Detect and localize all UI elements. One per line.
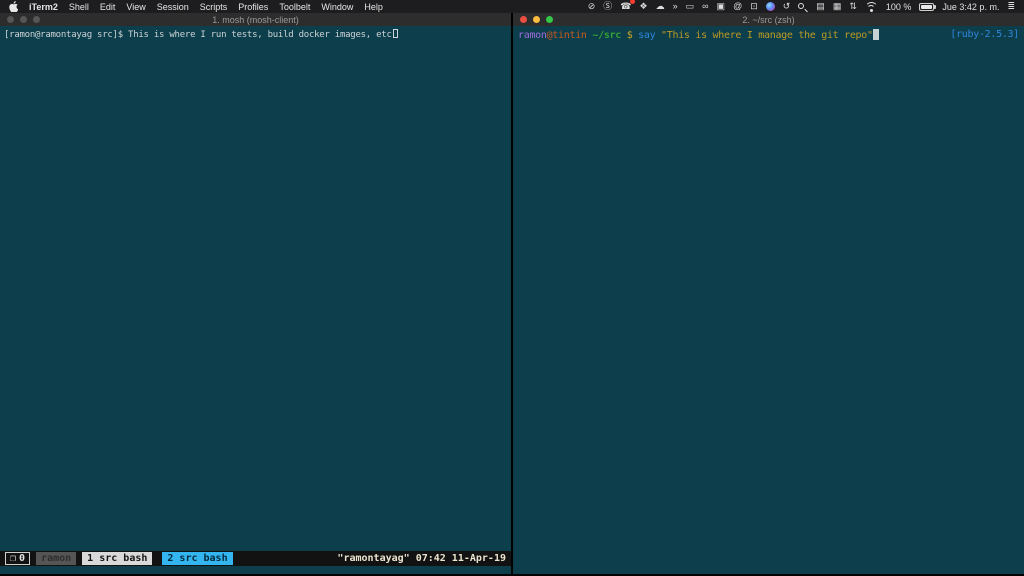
wifi-dot [869,8,873,12]
screenshot-icon[interactable]: ▣ [717,0,726,13]
menu-item-session[interactable]: Session [157,2,189,12]
magnifier-lens [798,2,805,9]
tmux-status-bar: ❐ 0 ramon 1 src bash 2 src bash "ramonta… [0,551,511,566]
window-manager-icon[interactable]: ▭ [686,0,695,13]
menu-item-toolbelt[interactable]: Toolbelt [279,2,310,12]
input-menu-icon[interactable]: ▤ [816,0,825,13]
menu-item-scripts[interactable]: Scripts [200,2,228,12]
prompt-host: @tintin [546,30,587,41]
prompt-user: ramon [518,30,547,41]
ruby-version-tag: [ruby-2.5.3] [950,29,1019,40]
left-window-title: 1. mosh (mosh-client) [212,14,299,25]
left-prompt: [ramon@ramontayag src]$ [4,30,123,40]
phone-icon[interactable]: ☎ [620,0,635,13]
command-text: say [632,30,656,41]
left-window-titlebar[interactable]: 1. mosh (mosh-client) [0,13,511,26]
menu-bar-status-area: ⊘ Ⓢ ☎ ❖ ☁ » ▭ ∞ ▣ @ ⊡ ↺ ▤ ▦ ⇅ 100 % Jue … [588,0,1015,13]
menu-item-shell[interactable]: Shell [69,2,89,12]
close-button[interactable] [520,16,527,23]
menu-bar-clock[interactable]: Jue 3:42 p. m. [942,2,999,12]
magnifier-handle [804,8,809,13]
tmux-window-2-active[interactable]: 2 src bash [162,552,233,565]
tmux-logo-icon: ❐ [10,553,17,564]
notification-center-icon[interactable]: ≣ [1007,0,1015,13]
wifi-icon[interactable] [864,1,878,12]
menu-item-profiles[interactable]: Profiles [238,2,268,12]
tmux-window-1[interactable]: 1 src bash [82,552,153,565]
left-traffic-lights [7,16,40,23]
tmux-host-chip: ramon [36,552,77,565]
siri-icon[interactable] [765,2,775,11]
terminal-window-zsh: 2. ~/src (zsh) ramon@tintin ~/src $ say … [513,13,1024,574]
right-terminal-content[interactable]: ramon@tintin ~/src $ say "This is where … [513,26,1024,574]
right-window-titlebar[interactable]: 2. ~/src (zsh) [513,13,1024,26]
right-window-title: 2. ~/src (zsh) [742,14,795,25]
zoom-button[interactable] [33,16,40,23]
terminal-cursor-unfocused [392,29,398,38]
bug-icon[interactable]: ❖ [640,0,648,13]
desktop: iTerm2 Shell Edit View Session Scripts P… [0,0,1024,576]
menu-item-iterm2[interactable]: iTerm2 [29,2,58,12]
close-button[interactable] [7,16,14,23]
left-terminal-line: [ramon@ramontayag src]$ This is where I … [0,26,511,40]
right-terminal-line: ramon@tintin ~/src $ say "This is where … [513,26,1024,41]
tmux-session-indicator: ❐ 0 [5,552,31,565]
glasses-icon[interactable]: ∞ [702,0,708,13]
tmux-session-index: 0 [19,553,26,564]
cloud-upload-icon[interactable]: ☁ [656,0,665,13]
battery-percent: 100 % [885,1,912,12]
apple-menu-icon[interactable] [9,1,18,12]
zoom-button[interactable] [546,16,553,23]
notification-badge [629,0,635,4]
battery-fill [921,4,933,9]
menu-item-view[interactable]: View [126,2,145,12]
mute-icon[interactable]: ⊘ [588,0,596,13]
tmux-right-status: "ramontayag" 07:42 11-Apr-19 [337,553,506,564]
time-machine-icon[interactable]: ↺ [783,0,791,13]
prompt-path: ~/src [586,30,621,41]
minimize-button[interactable] [533,16,540,23]
battery-tip [934,5,937,9]
terminal-cursor [872,29,879,40]
left-terminal-content[interactable]: [ramon@ramontayag src]$ This is where I … [0,26,511,574]
grid-icon[interactable]: ▦ [833,0,842,13]
prompt-symbol: $ [620,30,633,41]
spotlight-icon[interactable] [798,2,809,13]
display-icon[interactable]: ⊡ [750,0,758,13]
right-traffic-lights [520,16,553,23]
minimize-button[interactable] [20,16,27,23]
menu-item-edit[interactable]: Edit [100,2,116,12]
command-argument: "This is where I manage the git repo" [655,30,873,41]
at-icon[interactable]: @ [733,0,742,13]
terminal-window-mosh: 1. mosh (mosh-client) [ramon@ramontayag … [0,13,511,574]
shuttle-icon[interactable]: » [673,0,678,13]
updown-arrows-icon[interactable]: ⇅ [849,0,857,13]
right-prompt-and-command: ramon@tintin ~/src $ say "This is where … [518,29,879,41]
menu-item-window[interactable]: Window [321,2,353,12]
left-command-text: This is where I run tests, build docker … [122,30,392,40]
battery-icon[interactable] [919,2,937,11]
skype-icon[interactable]: Ⓢ [603,0,612,13]
menu-bar: iTerm2 Shell Edit View Session Scripts P… [0,0,1024,13]
menu-item-help[interactable]: Help [364,2,383,12]
